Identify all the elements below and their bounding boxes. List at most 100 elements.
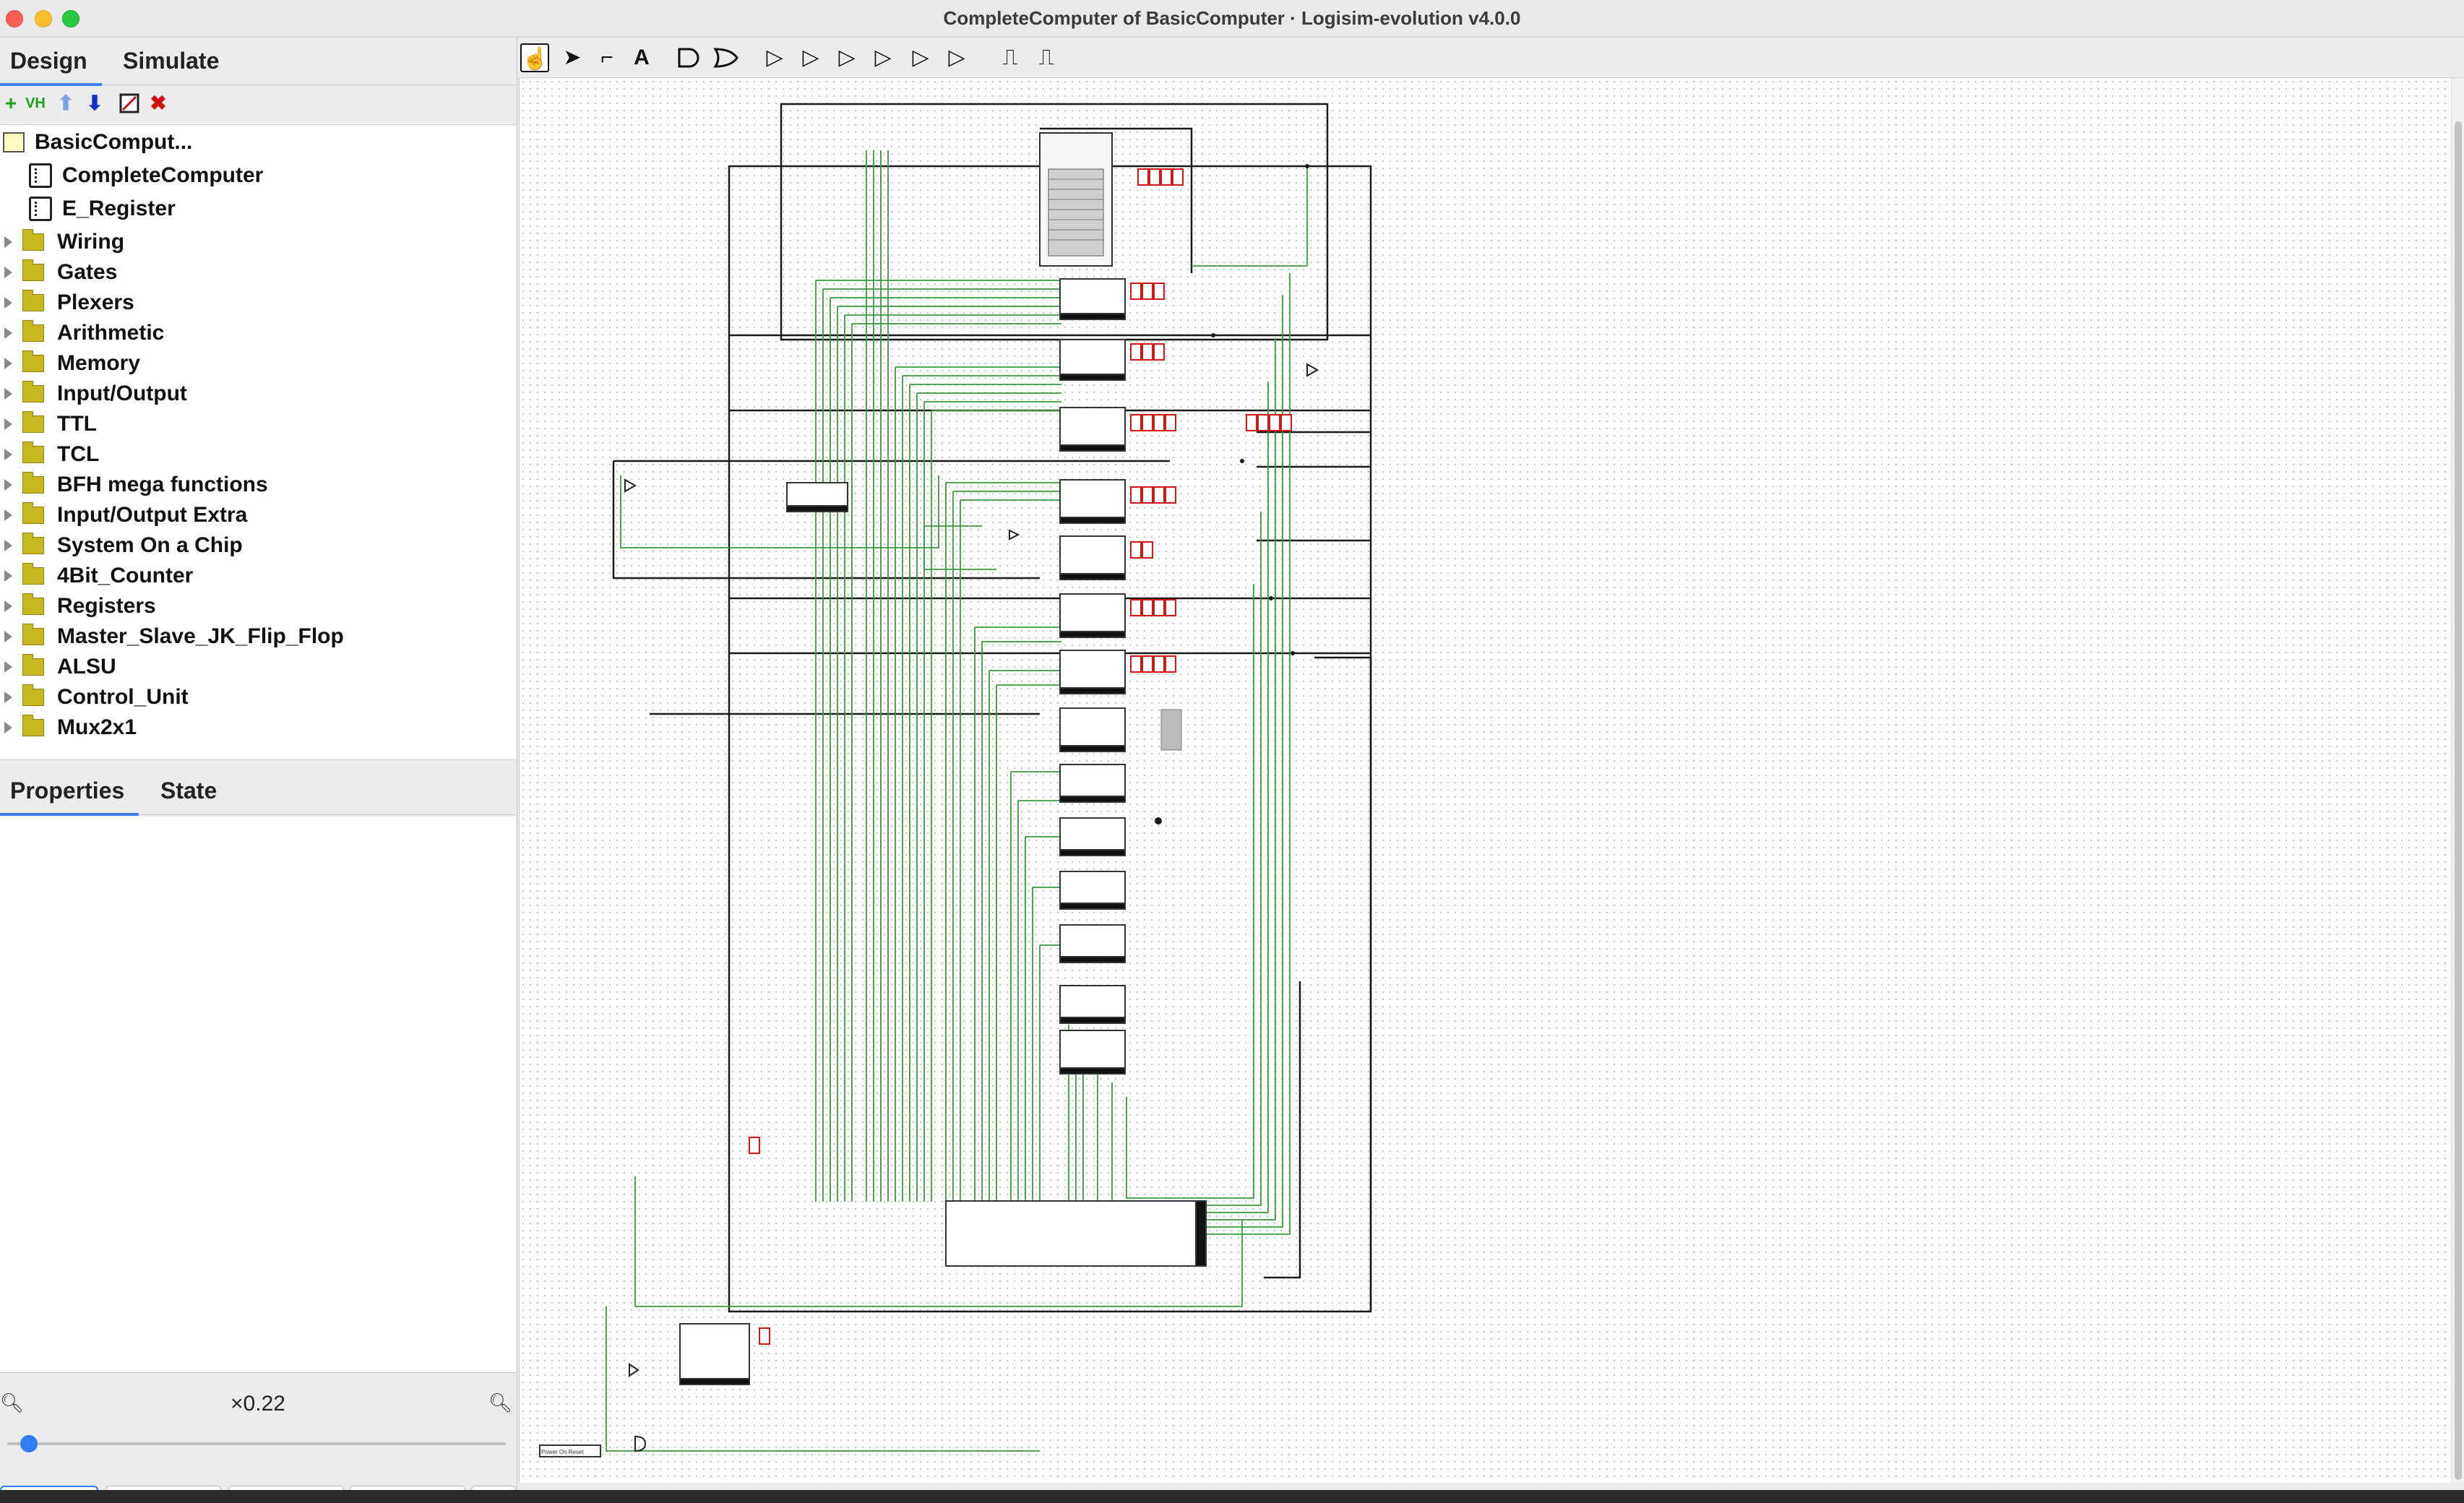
tree-item-library[interactable]: Gates [4,258,117,287]
folder-icon [22,563,44,585]
folder-icon [22,654,44,676]
tree-item-library[interactable]: Wiring [4,228,124,257]
design-simulate-tabs: Design Simulate [0,38,517,86]
add-circuit-icon[interactable]: + [0,92,22,114]
xor-gate-icon[interactable]: ▷ [832,43,861,72]
add-vhdl-icon[interactable]: VH [25,92,46,114]
expand-arrow-icon[interactable] [4,358,12,369]
folder-icon [22,259,44,281]
folder-icon [22,533,44,554]
tree-item-library[interactable]: Registers [4,592,156,621]
add-output-icon[interactable]: ⎍ [1032,43,1061,72]
nand-gate-icon[interactable]: ▷ [906,43,935,72]
circuit-icon [29,163,52,188]
tree-item-library[interactable]: System On a Chip [4,531,243,560]
not-gate-icon[interactable]: ▷ [796,43,825,72]
wiring-tool-icon[interactable]: ⌐ [593,43,621,72]
expand-arrow-icon[interactable] [4,722,12,733]
expand-arrow-icon[interactable] [4,418,12,430]
folder-icon [22,411,44,433]
expand-arrow-icon[interactable] [4,479,12,491]
or-gate-icon[interactable] [711,43,740,72]
xnor-gate-icon[interactable]: ▷ [869,43,897,72]
title-bar: CompleteComputer of BasicComputer · Logi… [0,0,2464,38]
tab-design[interactable]: Design [0,48,102,86]
circuit-diagram: Power On Reset [539,103,1372,1457]
explorer-panel: Design Simulate + VH ⬆ ⬇ ✖ BasicComput..… [0,38,517,1503]
tree-item-library[interactable]: Mux2x1 [4,713,137,742]
folder-icon [22,229,44,251]
scrollbar-thumb[interactable] [2455,121,2462,1480]
expand-arrow-icon[interactable] [4,449,12,460]
register-blocks [539,278,1207,1457]
tree-item-library[interactable]: Input/Output Extra [4,501,247,530]
expand-arrow-icon[interactable] [4,327,12,339]
window-title: CompleteComputer of BasicComputer · Logi… [943,7,1521,29]
expand-arrow-icon[interactable] [4,692,12,703]
tree-item-library[interactable]: BFH mega functions [4,470,268,499]
tree-item-library[interactable]: TCL [4,440,99,469]
folder-icon [22,472,44,494]
tree-item-library[interactable]: ALSU [4,653,116,681]
expand-arrow-icon[interactable] [4,236,12,248]
and-gate-icon[interactable] [675,43,704,72]
tree-item-e-register[interactable]: E_Register [29,194,176,223]
expand-arrow-icon[interactable] [4,540,12,551]
ram-block [1039,132,1113,267]
zoom-slider-knob[interactable] [20,1435,38,1452]
vertical-scrollbar[interactable] [2451,78,2464,1483]
expand-arrow-icon[interactable] [4,297,12,309]
expand-arrow-icon[interactable] [4,661,12,673]
tree-item-library[interactable]: 4Bit_Counter [4,561,193,590]
zoom-controls: 🔍︎ ×0.22 🔍︎ Auto ×½ ×1 ×2 ⛶ [0,1376,516,1503]
project-folder-icon [3,132,25,152]
properties-panel [0,817,516,1373]
delete-icon[interactable]: ✖ [147,92,169,114]
tree-item-library[interactable]: TTL [4,410,97,439]
expand-arrow-icon[interactable] [4,388,12,400]
zoom-level: ×0.22 [231,1392,285,1416]
zoom-slider-track[interactable] [7,1442,506,1445]
tab-properties[interactable]: Properties [0,778,139,816]
move-up-icon[interactable]: ⬆ [55,92,77,114]
expand-arrow-icon[interactable] [4,600,12,612]
power-on-reset-label: Power On Reset [541,1449,584,1455]
tab-state[interactable]: State [160,778,217,804]
tree-item-library[interactable]: Arithmetic [4,319,164,348]
tree-item-library[interactable]: Plexers [4,288,134,317]
tree-item-library[interactable]: Input/Output [4,379,187,408]
edit-appearance-icon[interactable] [119,92,140,114]
expand-arrow-icon[interactable] [4,570,12,582]
folder-icon [22,320,44,342]
folder-icon [22,350,44,372]
add-pin-icon[interactable]: ⎍ [996,43,1025,72]
folder-icon [22,502,44,524]
select-tool-icon[interactable]: ➤ [558,43,587,72]
tree-item-library[interactable]: Control_Unit [4,683,189,712]
folder-icon [22,684,44,706]
expand-arrow-icon[interactable] [4,631,12,642]
text-tool-icon[interactable]: A [627,43,656,72]
expand-arrow-icon[interactable] [4,509,12,521]
expand-arrow-icon[interactable] [4,267,12,278]
circuit-canvas[interactable]: Power On Reset [519,78,2451,1483]
buffer-icon[interactable]: ▷ [760,43,789,72]
folder-icon [22,290,44,311]
folder-icon [22,381,44,402]
tree-item-library[interactable]: Memory [4,349,140,378]
window-bottom-edge [0,1490,2464,1503]
properties-state-tabs: Properties State [0,766,516,816]
tree-item-completecomputer[interactable]: CompleteComputer [29,161,263,190]
nor-gate-icon[interactable]: ▷ [942,43,971,72]
tree-toolbar: + VH ⬆ ⬇ ✖ [0,87,517,123]
project-tree: BasicComput... CompleteComputer E_Regist… [0,124,516,760]
tab-simulate[interactable]: Simulate [123,48,219,74]
poke-tool-icon[interactable]: ☝ [520,43,549,72]
tree-item-project[interactable]: BasicComput... [3,128,192,157]
zoom-in-icon[interactable]: 🔍︎ [488,1392,512,1413]
tree-item-library[interactable]: Master_Slave_JK_Flip_Flop [4,622,344,651]
folder-icon [22,624,44,645]
move-down-icon[interactable]: ⬇ [84,92,105,114]
canvas-toolbar: ☝ ➤ ⌐ A ▷ ▷ ▷ ▷ ▷ ▷ ⎍ ⎍ [519,38,2464,78]
folder-icon [22,442,44,463]
